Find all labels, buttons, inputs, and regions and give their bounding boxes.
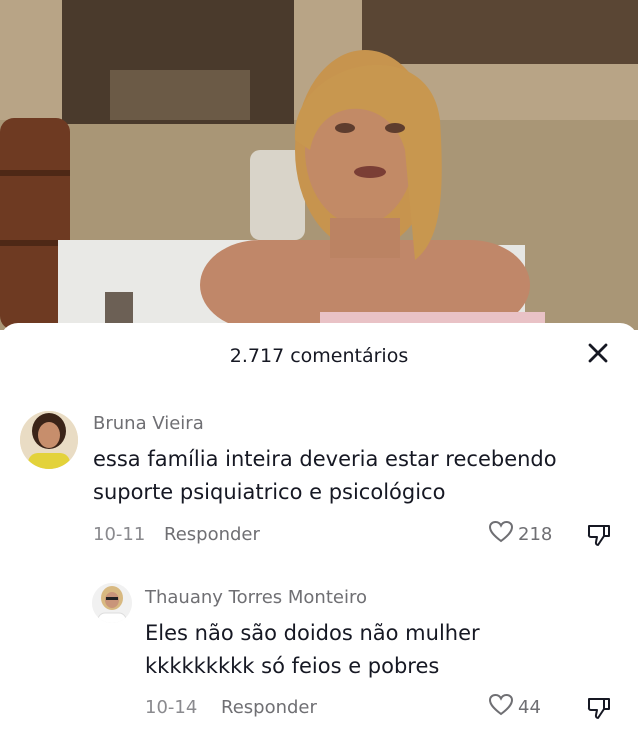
avatar[interactable] [92,583,132,623]
reply-button[interactable]: Responder [221,697,317,718]
reply-comment-item: Thauany Torres Monteiro Eles não são doi… [0,579,638,729]
comment-date: 10-14 [145,697,198,718]
heart-outline-icon [488,520,514,549]
video-frame[interactable] [0,0,638,330]
comment-count: 2.717 comentários [229,345,409,367]
like-button[interactable]: 44 [488,693,541,722]
comment-text-line: kkkkkkkkk só feios e pobres [145,654,440,678]
comment-text-line: suporte psiquiatrico e psicológico [93,480,446,504]
reply-button[interactable]: Responder [164,524,260,545]
comment-date: 10-11 [93,524,146,545]
comment-username[interactable]: Bruna Vieira [93,413,204,434]
sheet-header: 2.717 comentários [0,339,638,375]
thumbs-down-icon[interactable] [586,695,612,725]
like-button[interactable]: 218 [488,520,552,549]
thumbs-down-icon[interactable] [586,522,612,552]
comments-sheet: 2.717 comentários Bruna Vieira essa famí… [0,323,638,731]
comment-text-line: essa família inteira deveria estar receb… [93,447,557,471]
avatar[interactable] [20,411,78,469]
like-count: 44 [518,697,541,718]
comment-text: essa família inteira deveria estar receb… [93,443,557,509]
comment-text-line: Eles não são doidos não mulher [145,621,480,645]
heart-outline-icon [488,693,514,722]
comment-username[interactable]: Thauany Torres Monteiro [145,587,367,608]
comment-text: Eles não são doidos não mulher kkkkkkkkk… [145,617,480,683]
close-icon[interactable] [586,341,610,365]
like-count: 218 [518,524,553,545]
comment-item: Bruna Vieira essa família inteira deveri… [0,405,638,555]
